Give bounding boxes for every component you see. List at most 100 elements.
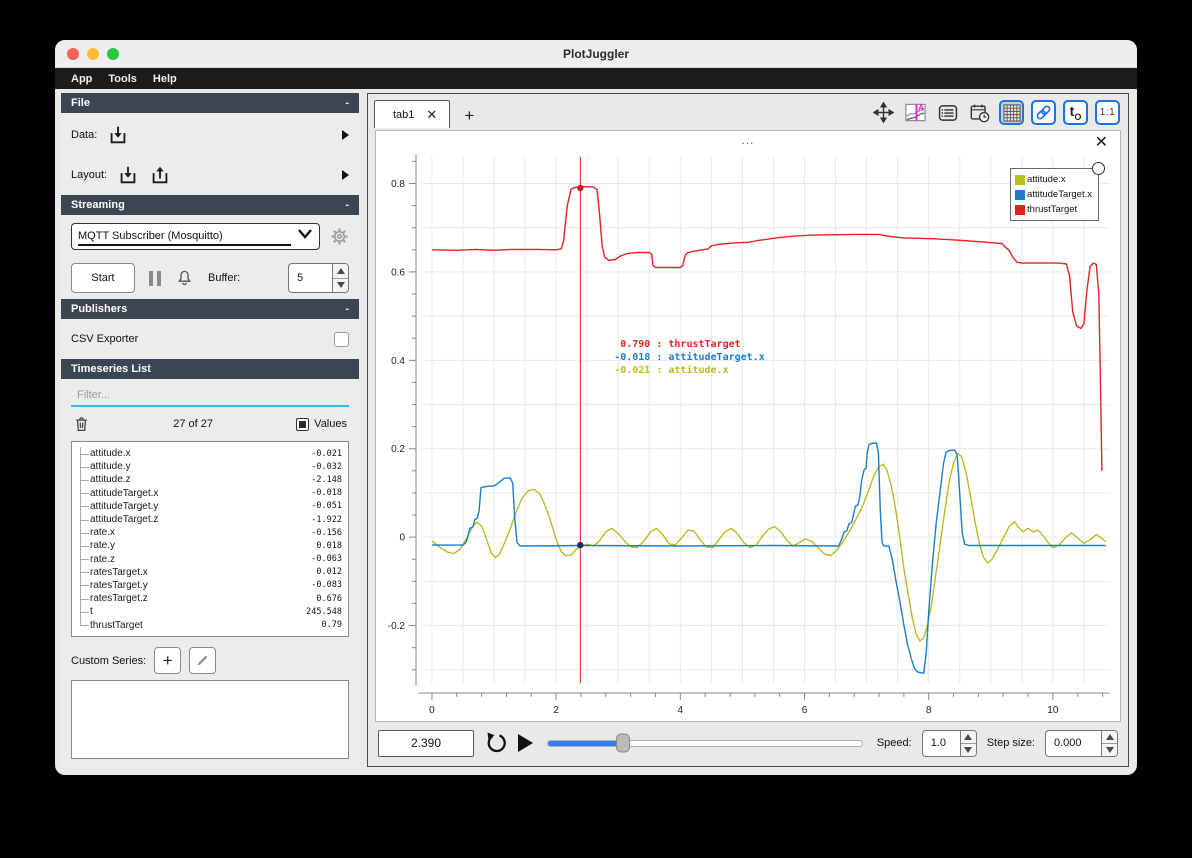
tree-branch-icon bbox=[76, 592, 90, 606]
list-view-icon[interactable] bbox=[935, 100, 960, 125]
timeseries-row[interactable]: attitudeTarget.z -1.922 bbox=[76, 512, 342, 527]
buffer-spinbox[interactable]: 5 bbox=[288, 263, 349, 293]
window-title: PlotJuggler bbox=[562, 46, 629, 61]
ratio-1-1-icon[interactable]: 1:1 bbox=[1095, 100, 1120, 125]
time-offset-icon[interactable]: tO bbox=[1063, 100, 1088, 125]
tree-branch-icon bbox=[76, 578, 90, 593]
grid-layout-icon[interactable] bbox=[999, 100, 1024, 125]
streaming-settings-gear-icon[interactable] bbox=[330, 227, 349, 246]
streaming-section-header[interactable]: Streaming - bbox=[61, 195, 359, 215]
tree-branch-icon bbox=[76, 473, 90, 487]
tab-tab1[interactable]: tab1 ✕ bbox=[374, 100, 451, 128]
title-bar[interactable]: PlotJuggler bbox=[55, 40, 1137, 68]
sidebar: File - Data: Layout: Streaming - MQTT Su… bbox=[61, 93, 359, 767]
speed-value[interactable]: 1.0 bbox=[921, 729, 960, 757]
add-tab-button[interactable]: + bbox=[464, 106, 474, 126]
publishers-section-header[interactable]: Publishers - bbox=[61, 299, 359, 319]
timeseries-row[interactable]: thrustTarget 0.79 bbox=[76, 618, 342, 631]
plot-toolbar: A tO 1:1 bbox=[871, 100, 1120, 125]
timeseries-row[interactable]: attitude.x -0.021 bbox=[76, 447, 342, 461]
tree-branch-icon bbox=[76, 447, 90, 461]
collapse-icon[interactable]: - bbox=[345, 303, 349, 315]
collapse-icon[interactable]: - bbox=[345, 199, 349, 211]
buffer-decrease-button[interactable] bbox=[333, 278, 348, 292]
speed-spinbox[interactable]: 1.0 bbox=[921, 729, 977, 757]
svg-text:0.2: 0.2 bbox=[391, 444, 405, 455]
timeseries-row[interactable]: attitudeTarget.y -0.051 bbox=[76, 499, 342, 514]
plot-canvas[interactable]: -0.2 0 0.2 0.4 0.6 0.8 0 2 4 6 8 10 bbox=[376, 131, 1120, 721]
delete-timeseries-trash-icon[interactable] bbox=[73, 415, 90, 433]
curve-tracker-icon[interactable]: A bbox=[903, 100, 928, 125]
notifications-bell-icon[interactable] bbox=[175, 269, 194, 288]
timeseries-row[interactable]: ratesTarget.z 0.676 bbox=[76, 592, 342, 606]
timeseries-row[interactable]: attitude.y -0.032 bbox=[76, 460, 342, 474]
timeseries-section-header[interactable]: Timeseries List bbox=[61, 359, 359, 379]
speed-increase-button[interactable] bbox=[960, 730, 976, 744]
pause-streaming-icon[interactable] bbox=[149, 270, 161, 286]
playback-bar: 2.390 Speed: 1.0 Step size: 0.000 bbox=[368, 724, 1128, 766]
timeseries-row[interactable]: rate.z -0.063 bbox=[76, 552, 342, 566]
timeseries-filter-input[interactable] bbox=[71, 385, 349, 407]
start-streaming-button[interactable]: Start bbox=[71, 263, 135, 293]
link-axes-icon[interactable] bbox=[1031, 100, 1056, 125]
tracker-readout: 0.790 : thrustTarget -0.018 : attitudeTar… bbox=[614, 339, 765, 377]
plot-drag-handle[interactable]: ... bbox=[376, 133, 1120, 147]
values-checkbox[interactable] bbox=[296, 417, 310, 431]
speed-decrease-button[interactable] bbox=[960, 743, 976, 756]
loop-playback-icon[interactable] bbox=[484, 731, 508, 755]
publishers-section-title: Publishers bbox=[71, 303, 128, 315]
collapse-icon[interactable]: - bbox=[345, 97, 349, 109]
timeline-slider[interactable] bbox=[547, 733, 863, 753]
timeseries-row[interactable]: attitudeTarget.x -0.018 bbox=[76, 486, 342, 500]
step-size-spinbox[interactable]: 0.000 bbox=[1045, 729, 1118, 757]
date-time-icon[interactable] bbox=[967, 100, 992, 125]
svg-text:0: 0 bbox=[399, 533, 405, 544]
current-time-display[interactable]: 2.390 bbox=[378, 729, 474, 757]
streaming-source-select[interactable]: MQTT Subscriber (Mosquitto) bbox=[71, 222, 320, 250]
timeseries-row[interactable]: ratesTarget.y -0.083 bbox=[76, 578, 342, 593]
menu-tools[interactable]: Tools bbox=[100, 73, 145, 85]
move-pan-icon[interactable] bbox=[871, 100, 896, 125]
app-window: PlotJuggler App Tools Help File - Data: bbox=[55, 40, 1137, 775]
timeseries-row[interactable]: ratesTarget.x 0.012 bbox=[76, 565, 342, 580]
buffer-value[interactable]: 5 bbox=[288, 263, 332, 293]
step-size-label: Step size: bbox=[986, 737, 1035, 749]
svg-text:0.4: 0.4 bbox=[391, 356, 405, 367]
edit-custom-series-button[interactable] bbox=[189, 647, 217, 674]
timeseries-row[interactable]: attitude.z -2.148 bbox=[76, 473, 342, 487]
buffer-increase-button[interactable] bbox=[333, 264, 348, 279]
streaming-source-value: MQTT Subscriber (Mosquitto) bbox=[78, 230, 223, 242]
add-custom-series-button[interactable]: + bbox=[154, 647, 182, 674]
data-menu-arrow-icon[interactable] bbox=[342, 130, 349, 140]
menu-app[interactable]: App bbox=[63, 73, 100, 85]
legend-entry[interactable]: attitudeTarget.x bbox=[1015, 187, 1092, 202]
csv-exporter-checkbox[interactable] bbox=[334, 331, 349, 347]
custom-series-list[interactable] bbox=[71, 680, 349, 759]
timeseries-row[interactable]: rate.x -0.156 bbox=[76, 526, 342, 540]
tree-branch-icon bbox=[76, 605, 90, 619]
slider-handle[interactable] bbox=[616, 733, 631, 753]
plot-widget[interactable]: -0.2 0 0.2 0.4 0.6 0.8 0 2 4 6 8 10 ... ✕ attitude.… bbox=[375, 130, 1121, 722]
layout-save-icon[interactable] bbox=[149, 164, 171, 186]
layout-label: Layout: bbox=[71, 169, 108, 181]
file-section-header[interactable]: File - bbox=[61, 93, 359, 113]
plot-close-icon[interactable]: ✕ bbox=[1095, 135, 1108, 151]
timeseries-row[interactable]: t 245.548 bbox=[76, 605, 342, 619]
data-load-icon[interactable] bbox=[107, 124, 129, 146]
step-size-value[interactable]: 0.000 bbox=[1045, 729, 1101, 757]
menu-help[interactable]: Help bbox=[145, 73, 185, 85]
legend-grip-handle[interactable] bbox=[1092, 162, 1105, 175]
layout-load-icon[interactable] bbox=[117, 164, 139, 186]
tab-close-icon[interactable]: ✕ bbox=[426, 107, 437, 123]
plot-legend[interactable]: attitude.x attitudeTarget.x thrustTarget bbox=[1010, 162, 1105, 221]
svg-text:6: 6 bbox=[802, 705, 808, 716]
legend-swatch bbox=[1015, 174, 1026, 185]
timeseries-row[interactable]: rate.y 0.018 bbox=[76, 539, 342, 553]
legend-entry[interactable]: thrustTarget bbox=[1015, 202, 1092, 217]
step-decrease-button[interactable] bbox=[1102, 743, 1117, 756]
legend-entry[interactable]: attitude.x bbox=[1015, 172, 1092, 187]
layout-menu-arrow-icon[interactable] bbox=[342, 170, 349, 180]
timeseries-list[interactable]: attitude.x -0.021 attitude.y -0.032 attitude… bbox=[71, 441, 349, 637]
step-increase-button[interactable] bbox=[1102, 730, 1117, 744]
play-button[interactable] bbox=[518, 734, 533, 752]
